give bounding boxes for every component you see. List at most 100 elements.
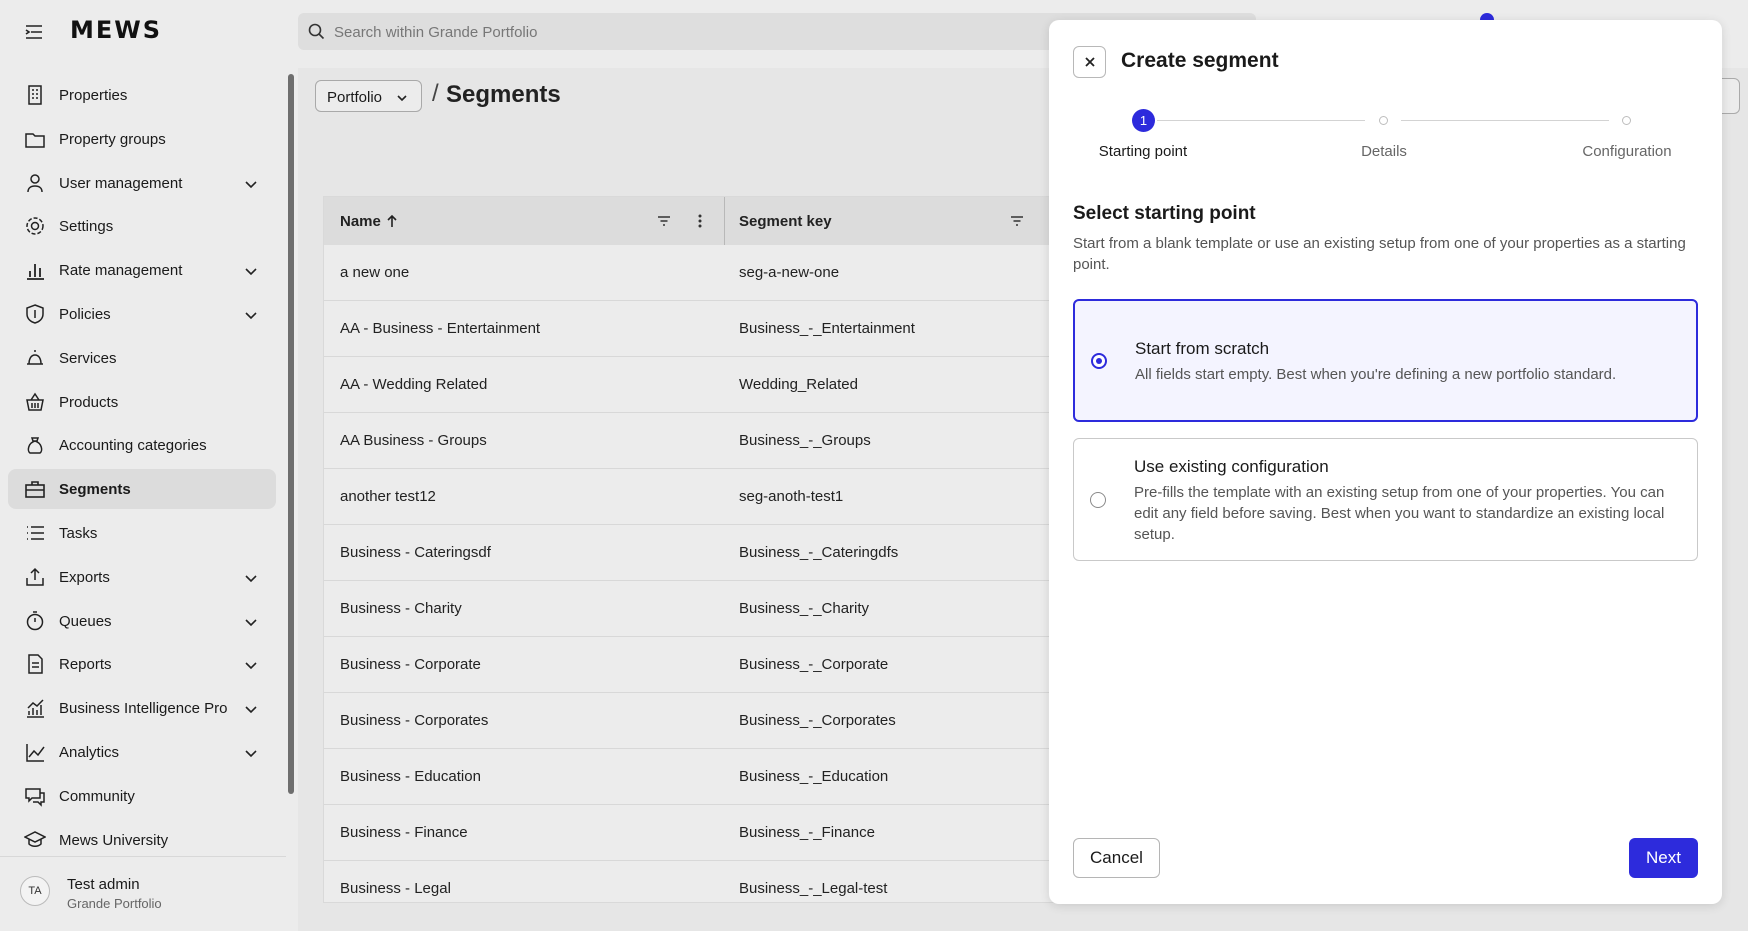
sidebar-scrollbar[interactable]	[288, 74, 294, 794]
section-title: Select starting point	[1073, 203, 1256, 224]
chevron-down-icon[interactable]	[244, 658, 258, 672]
column-divider[interactable]	[724, 197, 725, 245]
cell-name: Business - Corporate	[340, 656, 481, 673]
page-title: Segments	[446, 81, 561, 108]
sidebar-item-policies[interactable]: Policies	[8, 294, 276, 334]
sidebar-item-reports[interactable]: Reports	[8, 644, 276, 684]
user-organization: Grande Portfolio	[67, 896, 162, 911]
chat-icon	[24, 785, 46, 807]
sidebar-item-mews-university[interactable]: Mews University	[8, 820, 276, 860]
sidebar-item-exports[interactable]: Exports	[8, 557, 276, 597]
cell-name: AA - Wedding Related	[340, 376, 488, 393]
option-title: Use existing configuration	[1134, 457, 1329, 476]
cell-segment-key: Business_-_Corporates	[739, 712, 896, 729]
cell-name: AA - Business - Entertainment	[340, 320, 541, 337]
sidebar-item-tasks[interactable]: Tasks	[8, 513, 276, 553]
cell-segment-key: Business_-_Education	[739, 768, 889, 785]
create-segment-panel: Create segment 1 Starting point Details …	[1049, 20, 1722, 904]
avatar[interactable]: TA	[20, 876, 50, 906]
step-label-details: Details	[1361, 143, 1407, 160]
menu-icon[interactable]	[24, 22, 44, 42]
sidebar-item-label: Products	[59, 394, 119, 411]
trend-chart-icon	[24, 697, 46, 719]
portfolio-dropdown[interactable]: Portfolio	[315, 80, 422, 112]
more-vertical-icon[interactable]	[692, 213, 708, 229]
document-icon	[24, 653, 46, 675]
sidebar: Properties Property groups User management…	[0, 64, 286, 931]
cell-name: Business - Finance	[340, 824, 468, 841]
cell-segment-key: Business_-_Groups	[739, 432, 871, 449]
bar-chart-icon	[24, 259, 46, 281]
filter-icon[interactable]	[656, 213, 672, 229]
sidebar-item-settings[interactable]: Settings	[8, 206, 276, 246]
portfolio-dropdown-label: Portfolio	[327, 89, 383, 106]
filter-icon[interactable]	[1009, 213, 1025, 229]
cell-segment-key: seg-a-new-one	[739, 264, 840, 281]
chevron-down-icon[interactable]	[244, 264, 258, 278]
sidebar-item-label: Property groups	[59, 131, 166, 148]
user-profile[interactable]: TA Test admin Grande Portfolio	[0, 856, 286, 931]
cell-segment-key: Business_-_Corporate	[739, 656, 889, 673]
cancel-button[interactable]: Cancel	[1073, 838, 1160, 878]
next-button[interactable]: Next	[1629, 838, 1698, 878]
user-icon	[24, 172, 46, 194]
cell-segment-key: Business_-_Finance	[739, 824, 875, 841]
sidebar-item-user-management[interactable]: User management	[8, 163, 276, 203]
sidebar-item-label: Accounting categories	[59, 437, 207, 454]
sort-arrow-up-icon[interactable]	[384, 213, 400, 229]
sidebar-item-properties[interactable]: Properties	[8, 75, 276, 115]
sidebar-item-label: Properties	[59, 87, 128, 104]
sidebar-item-products[interactable]: Products	[8, 382, 276, 422]
chevron-down-icon[interactable]	[244, 702, 258, 716]
section-description: Start from a blank template or use an ex…	[1073, 235, 1686, 273]
option-description: All fields start empty. Best when you're…	[1135, 366, 1617, 383]
panel-title: Create segment	[1121, 49, 1279, 72]
sidebar-item-label: Policies	[59, 306, 111, 323]
cell-name: AA Business - Groups	[340, 432, 487, 449]
chevron-down-icon[interactable]	[244, 177, 258, 191]
sidebar-item-analytics[interactable]: Analytics	[8, 732, 276, 772]
search-icon	[308, 23, 325, 40]
column-header-name[interactable]: Name	[340, 197, 720, 245]
cell-name: Business - Charity	[340, 600, 462, 617]
sidebar-item-segments[interactable]: Segments	[8, 469, 276, 509]
money-bag-icon	[24, 434, 46, 456]
close-button[interactable]	[1073, 46, 1106, 78]
step-indicator-active: 1	[1132, 109, 1155, 132]
sidebar-item-queues[interactable]: Queues	[8, 601, 276, 641]
sidebar-item-label: Exports	[59, 569, 110, 586]
cell-name: another test12	[340, 488, 436, 505]
sidebar-item-property-groups[interactable]: Property groups	[8, 119, 276, 159]
stepper-connector	[1401, 120, 1609, 121]
mews-logo[interactable]: MEWS	[70, 16, 162, 44]
sidebar-item-label: Tasks	[59, 525, 98, 542]
sidebar-item-services[interactable]: Services	[8, 338, 276, 378]
option-use-existing-configuration[interactable]: Use existing configuration Pre-fills the…	[1073, 438, 1698, 561]
basket-icon	[24, 391, 46, 413]
cell-name: Business - Corporates	[340, 712, 489, 729]
option-title: Start from scratch	[1135, 339, 1270, 358]
sidebar-item-business-intelligence-pro[interactable]: Business Intelligence Pro	[8, 688, 276, 728]
stepper-connector	[1157, 120, 1365, 121]
chevron-down-icon[interactable]	[244, 615, 258, 629]
cell-segment-key: seg-anoth-test1	[739, 488, 844, 505]
sidebar-item-label: User management	[59, 175, 183, 192]
chevron-down-icon[interactable]	[244, 571, 258, 585]
sidebar-item-accounting-categories[interactable]: Accounting categories	[8, 425, 276, 465]
cell-name: Business - Education	[340, 768, 481, 785]
sidebar-item-label: Rate management	[59, 262, 183, 279]
step-label-configuration: Configuration	[1582, 143, 1672, 160]
sidebar-item-label: Community	[59, 788, 135, 805]
chevron-down-icon[interactable]	[244, 746, 258, 760]
radio-start-from-scratch[interactable]	[1091, 353, 1107, 369]
chevron-down-icon[interactable]	[244, 308, 258, 322]
option-description: Pre-fills the template with an existing …	[1134, 484, 1665, 543]
sidebar-item-label: Reports	[59, 656, 112, 673]
sidebar-item-community[interactable]: Community	[8, 776, 276, 816]
shield-icon	[24, 303, 46, 325]
step-label-starting-point: Starting point	[1098, 143, 1188, 160]
cell-segment-key: Business_-_Entertainment	[739, 320, 915, 337]
option-start-from-scratch[interactable]: Start from scratch All fields start empt…	[1073, 299, 1698, 422]
sidebar-item-rate-management[interactable]: Rate management	[8, 250, 276, 290]
radio-use-existing-configuration[interactable]	[1090, 492, 1106, 508]
